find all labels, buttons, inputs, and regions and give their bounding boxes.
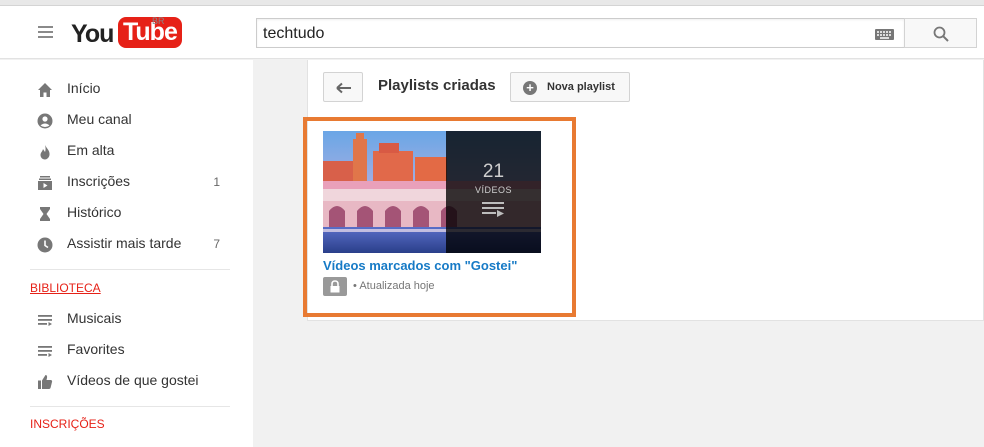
back-button[interactable]: [323, 72, 363, 102]
sidebar-item-favorites[interactable]: Favorites: [0, 335, 253, 366]
list-icon: [38, 346, 52, 357]
subscriptions-icon: [38, 176, 52, 190]
video-count: 21: [482, 161, 505, 182]
hourglass-icon: [40, 207, 50, 221]
video-count-label: VÍDEOS: [474, 185, 512, 195]
search-input[interactable]: [263, 24, 863, 44]
masthead: You Tube BR: [0, 6, 984, 59]
sidebar: Início Meu canal Em alta Inscrições 1 Hi…: [0, 60, 253, 447]
search-icon: [933, 26, 949, 42]
new-playlist-button[interactable]: + Nova playlist: [510, 72, 630, 102]
sidebar-item-inscricoes[interactable]: Inscrições 1: [0, 167, 253, 198]
account-icon: [37, 113, 53, 129]
plus-icon: +: [523, 81, 537, 95]
sidebar-item-musicais[interactable]: Musicais: [0, 304, 253, 335]
home-icon: [38, 83, 52, 97]
subscriptions-section-title[interactable]: INSCRIÇÕES: [30, 417, 105, 431]
flame-icon: [40, 145, 50, 160]
sidebar-item-label: Inscrições: [67, 173, 131, 189]
new-playlist-label: Nova playlist: [547, 81, 615, 93]
thumbs-up-icon: [38, 375, 53, 389]
library-section-title[interactable]: BIBLIOTECA: [30, 281, 101, 295]
lock-icon: [323, 277, 347, 296]
sidebar-item-em-alta[interactable]: Em alta: [0, 136, 253, 167]
search-button[interactable]: [904, 18, 977, 48]
subscriptions-count: 1: [213, 175, 220, 189]
meta-separator: •: [353, 280, 357, 292]
playlist-count-overlay: 21 VÍDEOS: [446, 131, 541, 253]
logo-tube-text: Tube: [118, 17, 182, 48]
sidebar-item-label: Favorites: [67, 341, 125, 357]
sidebar-divider: [30, 406, 230, 407]
arrow-left-icon: [336, 82, 351, 94]
playlist-updated-text: Atualizada hoje: [359, 280, 435, 292]
sidebar-item-label: Assistir mais tarde: [67, 235, 182, 251]
clock-icon: [37, 237, 53, 253]
sidebar-item-videos-curtidos[interactable]: Vídeos de que gostei: [0, 366, 253, 397]
list-icon: [38, 315, 52, 326]
sidebar-item-label: Musicais: [67, 310, 122, 326]
sidebar-item-label: Histórico: [67, 204, 122, 220]
watch-later-count: 7: [213, 237, 220, 251]
sidebar-item-label: Início: [67, 80, 101, 96]
playlist-updated-info: • Atualizada hoje: [353, 280, 435, 292]
sidebar-item-label: Vídeos de que gostei: [67, 372, 199, 388]
playlist-icon: [482, 202, 504, 218]
search-box: [256, 18, 904, 48]
sidebar-item-historico[interactable]: Histórico: [0, 198, 253, 229]
page-title: Playlists criadas: [378, 77, 496, 94]
sidebar-item-assistir-mais-tarde[interactable]: Assistir mais tarde 7: [0, 229, 253, 260]
playlist-title-link[interactable]: Vídeos marcados com "Gostei": [323, 258, 517, 273]
menu-icon[interactable]: [38, 26, 53, 38]
keyboard-icon[interactable]: [875, 29, 894, 40]
sidebar-item-label: Em alta: [67, 142, 115, 158]
playlist-thumbnail[interactable]: 21 VÍDEOS: [323, 131, 541, 253]
sidebar-item-meu-canal[interactable]: Meu canal: [0, 105, 253, 136]
logo-region-text: BR: [152, 16, 165, 26]
sidebar-divider: [30, 269, 230, 270]
logo-you-text: You: [71, 20, 114, 48]
sidebar-item-label: Meu canal: [67, 111, 132, 127]
sidebar-item-inicio[interactable]: Início: [0, 74, 253, 105]
